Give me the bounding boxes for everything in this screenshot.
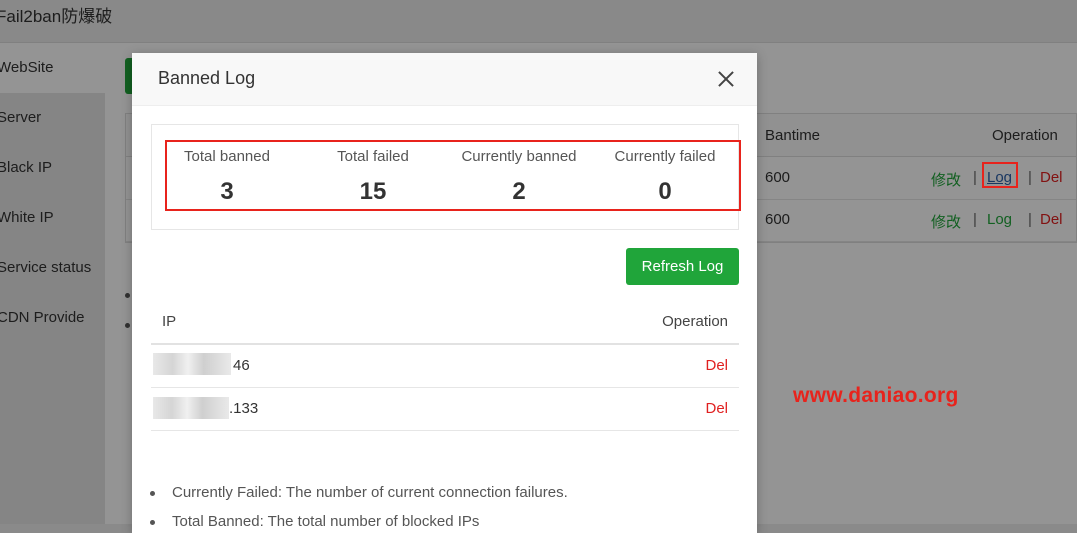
ip-address: .133 xyxy=(229,400,259,417)
annotation-highlight-stats xyxy=(165,140,741,211)
masked-ip xyxy=(153,353,231,375)
stats-panel: Total banned 3 Total failed 15 Currently… xyxy=(151,124,741,230)
bullet xyxy=(150,520,155,525)
column-header-operation: Operation xyxy=(662,313,728,330)
table-row: .133 Del xyxy=(151,388,739,431)
dialog-title: Banned Log xyxy=(158,68,256,88)
delete-ip-link[interactable]: Del xyxy=(705,357,728,374)
delete-ip-link[interactable]: Del xyxy=(705,400,728,417)
bullet xyxy=(150,491,155,496)
column-header-ip: IP xyxy=(162,313,177,330)
close-icon[interactable] xyxy=(714,67,738,91)
watermark: www.daniao.org xyxy=(793,384,959,407)
ip-address: 46 xyxy=(233,357,250,374)
banned-ip-table-header: IP Operation xyxy=(151,303,739,345)
table-row: 46 Del xyxy=(151,345,739,388)
annotation-highlight-log xyxy=(982,162,1018,188)
refresh-log-button[interactable]: Refresh Log xyxy=(626,248,739,285)
note-item: Currently Failed: The number of current … xyxy=(172,484,568,501)
masked-ip xyxy=(153,397,229,419)
note-item: Total Banned: The total number of blocke… xyxy=(172,513,480,530)
banned-log-dialog: Banned Log Total banned 3 Total failed 1… xyxy=(132,53,757,533)
dialog-header: Banned Log xyxy=(132,53,757,106)
